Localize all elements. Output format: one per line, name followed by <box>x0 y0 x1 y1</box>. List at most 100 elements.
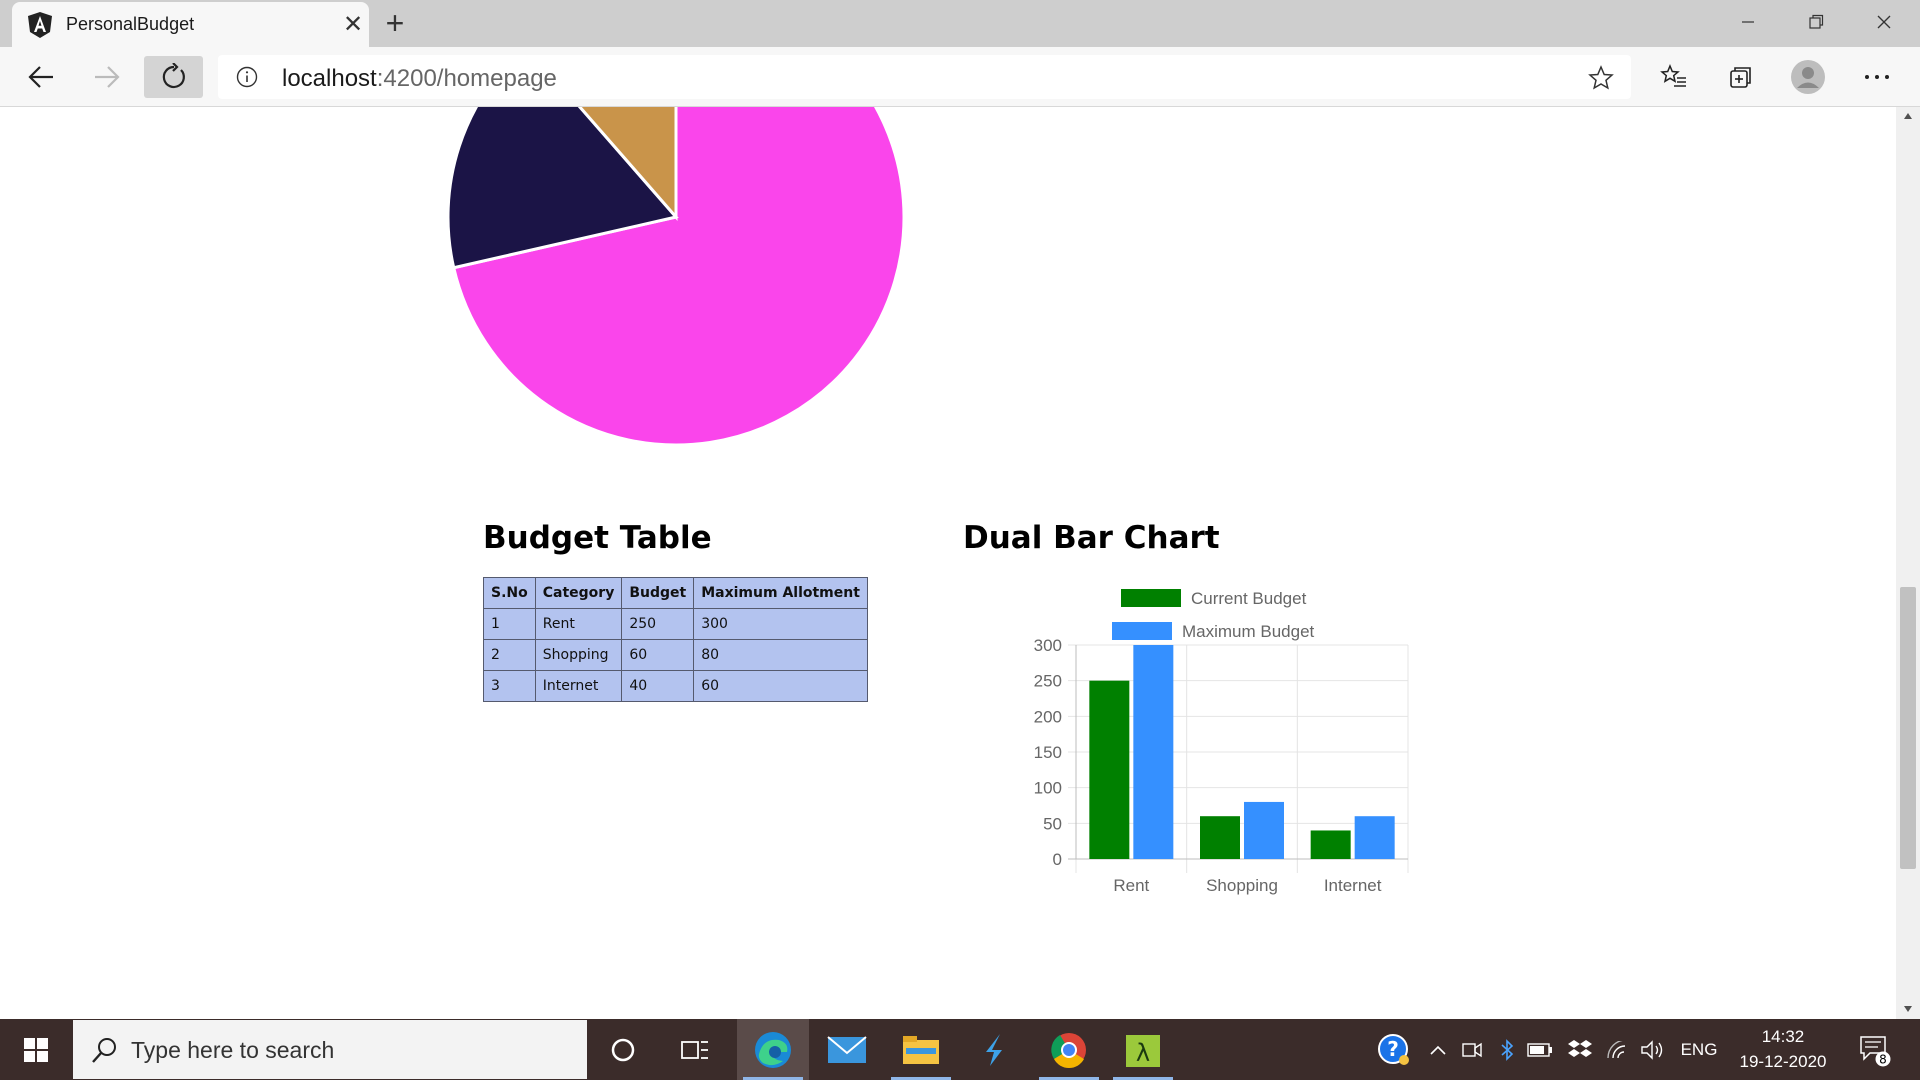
volume-icon[interactable] <box>1638 1019 1668 1080</box>
y-tick-label: 200 <box>1034 707 1062 726</box>
bar-rent-maximum[interactable] <box>1133 645 1174 859</box>
bar-shopping-maximum[interactable] <box>1244 801 1284 859</box>
browser-tab[interactable]: PersonalBudget ✕ <box>12 2 369 47</box>
budget-table-title: Budget Table <box>483 520 712 556</box>
notification-count: 8 <box>1879 1052 1887 1066</box>
table-header-row: S.No Category Budget Maximum Allotment <box>483 577 868 609</box>
address-bar[interactable]: localhost:4200/homepage <box>218 55 1631 99</box>
dropbox-icon[interactable] <box>1566 1019 1594 1080</box>
budget-table: S.No Category Budget Maximum Allotment 1… <box>483 577 868 702</box>
dual-bar-chart-title: Dual Bar Chart <box>963 520 1220 556</box>
tab-close-icon[interactable]: ✕ <box>338 10 368 40</box>
table-row: 1 Rent 250 300 <box>483 608 868 640</box>
refresh-icon[interactable] <box>144 56 203 98</box>
y-tick-label: 100 <box>1034 779 1062 798</box>
windows-taskbar: Type here to search λ ? ENG 14:32 19-12-… <box>0 1019 1920 1080</box>
svg-text:λ: λ <box>1136 1039 1150 1067</box>
dual-bar-chart: Current Budget Maximum Budget 300 250 200 150… <box>1034 589 1409 895</box>
meet-now-icon[interactable] <box>1458 1019 1486 1080</box>
browser-tab-bar: PersonalBudget ✕ + <box>0 0 1920 47</box>
language-indicator[interactable]: ENG <box>1678 1019 1720 1080</box>
legend-swatch[interactable] <box>1121 589 1181 607</box>
cell-sno: 1 <box>483 608 536 640</box>
favorites-icon[interactable] <box>1653 56 1695 98</box>
wifi-icon[interactable] <box>1603 1019 1631 1080</box>
bar-rent-current[interactable] <box>1089 680 1130 859</box>
taskbar-app-icon[interactable]: λ <box>1107 1019 1179 1080</box>
help-icon[interactable]: ? <box>1374 1019 1414 1080</box>
cell-budget: 60 <box>621 639 695 671</box>
vertical-scrollbar[interactable] <box>1896 107 1920 1019</box>
show-hidden-icons-icon[interactable] <box>1424 1019 1452 1080</box>
y-tick-label: 300 <box>1034 636 1062 655</box>
svg-text:?: ? <box>1387 1037 1399 1061</box>
site-info-icon[interactable] <box>236 66 258 88</box>
cell-category: Shopping <box>534 639 623 671</box>
legend-label[interactable]: Maximum Budget <box>1182 622 1315 641</box>
browser-toolbar: localhost:4200/homepage <box>0 47 1920 107</box>
close-window-icon[interactable] <box>1851 0 1917 44</box>
tab-title: PersonalBudget <box>66 14 195 34</box>
angular-favicon-icon <box>28 12 52 38</box>
minimize-icon[interactable] <box>1715 0 1781 44</box>
bar-shopping-current[interactable] <box>1200 816 1240 859</box>
legend-swatch[interactable] <box>1112 622 1172 640</box>
taskbar-file-explorer-icon[interactable] <box>885 1019 957 1080</box>
cell-budget: 250 <box>621 608 695 640</box>
x-tick-label: Rent <box>1113 876 1149 895</box>
y-tick-label: 250 <box>1034 672 1062 691</box>
header-category: Category <box>534 577 623 609</box>
forward-icon[interactable] <box>86 56 128 98</box>
taskbar-mail-icon[interactable] <box>811 1019 883 1080</box>
back-icon[interactable] <box>20 56 62 98</box>
taskbar-vscode-icon[interactable] <box>959 1019 1031 1080</box>
y-tick-label: 50 <box>1043 814 1062 833</box>
header-budget: Budget <box>621 577 695 609</box>
new-tab-icon[interactable]: + <box>378 6 412 40</box>
taskbar-chrome-icon[interactable] <box>1033 1019 1105 1080</box>
bar-internet-current[interactable] <box>1310 830 1351 859</box>
bluetooth-icon[interactable] <box>1495 1019 1519 1080</box>
y-tick-label: 0 <box>1053 850 1062 869</box>
cell-sno: 2 <box>483 639 536 671</box>
cell-maximum: 300 <box>693 608 868 640</box>
search-icon <box>92 1038 116 1063</box>
x-tick-label: Shopping <box>1206 876 1278 895</box>
y-tick-label: 150 <box>1034 743 1062 762</box>
pie-chart <box>446 107 906 447</box>
table-row: 2 Shopping 60 80 <box>483 639 868 671</box>
url-path: :4200/homepage <box>376 65 557 92</box>
clock-time[interactable]: 14:32 <box>1728 1027 1838 1047</box>
windows-start-icon[interactable] <box>0 1019 72 1080</box>
bar-internet-maximum[interactable] <box>1354 816 1395 859</box>
header-sno: S.No <box>483 577 536 609</box>
restore-icon[interactable] <box>1783 0 1849 44</box>
profile-avatar-icon[interactable] <box>1787 56 1829 98</box>
scroll-up-icon[interactable] <box>1903 112 1913 120</box>
notifications-icon[interactable]: 8 <box>1852 1019 1898 1080</box>
clock-date[interactable]: 19-12-2020 <box>1728 1052 1838 1072</box>
collections-icon[interactable] <box>1720 56 1762 98</box>
battery-icon[interactable] <box>1525 1019 1555 1080</box>
cell-category: Internet <box>534 670 623 702</box>
cortana-icon[interactable] <box>587 1019 659 1080</box>
table-row: 3 Internet 40 60 <box>483 670 868 702</box>
search-placeholder: Type here to search <box>131 1037 335 1063</box>
taskbar-edge-icon[interactable] <box>737 1019 809 1080</box>
page-content: Budget Table S.No Category Budget Maximu… <box>0 107 1896 1019</box>
cell-maximum: 80 <box>693 639 868 671</box>
scrollbar-thumb[interactable] <box>1900 587 1916 869</box>
url-host: localhost <box>282 65 377 92</box>
more-options-icon[interactable] <box>1856 56 1898 98</box>
favorite-star-icon[interactable] <box>1588 65 1614 91</box>
x-tick-label: Internet <box>1324 876 1382 895</box>
cell-sno: 3 <box>483 670 536 702</box>
task-view-icon[interactable] <box>659 1019 731 1080</box>
cell-maximum: 60 <box>693 670 868 702</box>
scroll-down-icon[interactable] <box>1903 1005 1913 1013</box>
cell-category: Rent <box>534 608 623 640</box>
cell-budget: 40 <box>621 670 695 702</box>
url-text[interactable]: localhost:4200/homepage <box>282 65 557 93</box>
taskbar-search[interactable]: Type here to search <box>73 1020 587 1079</box>
legend-label[interactable]: Current Budget <box>1191 589 1307 608</box>
